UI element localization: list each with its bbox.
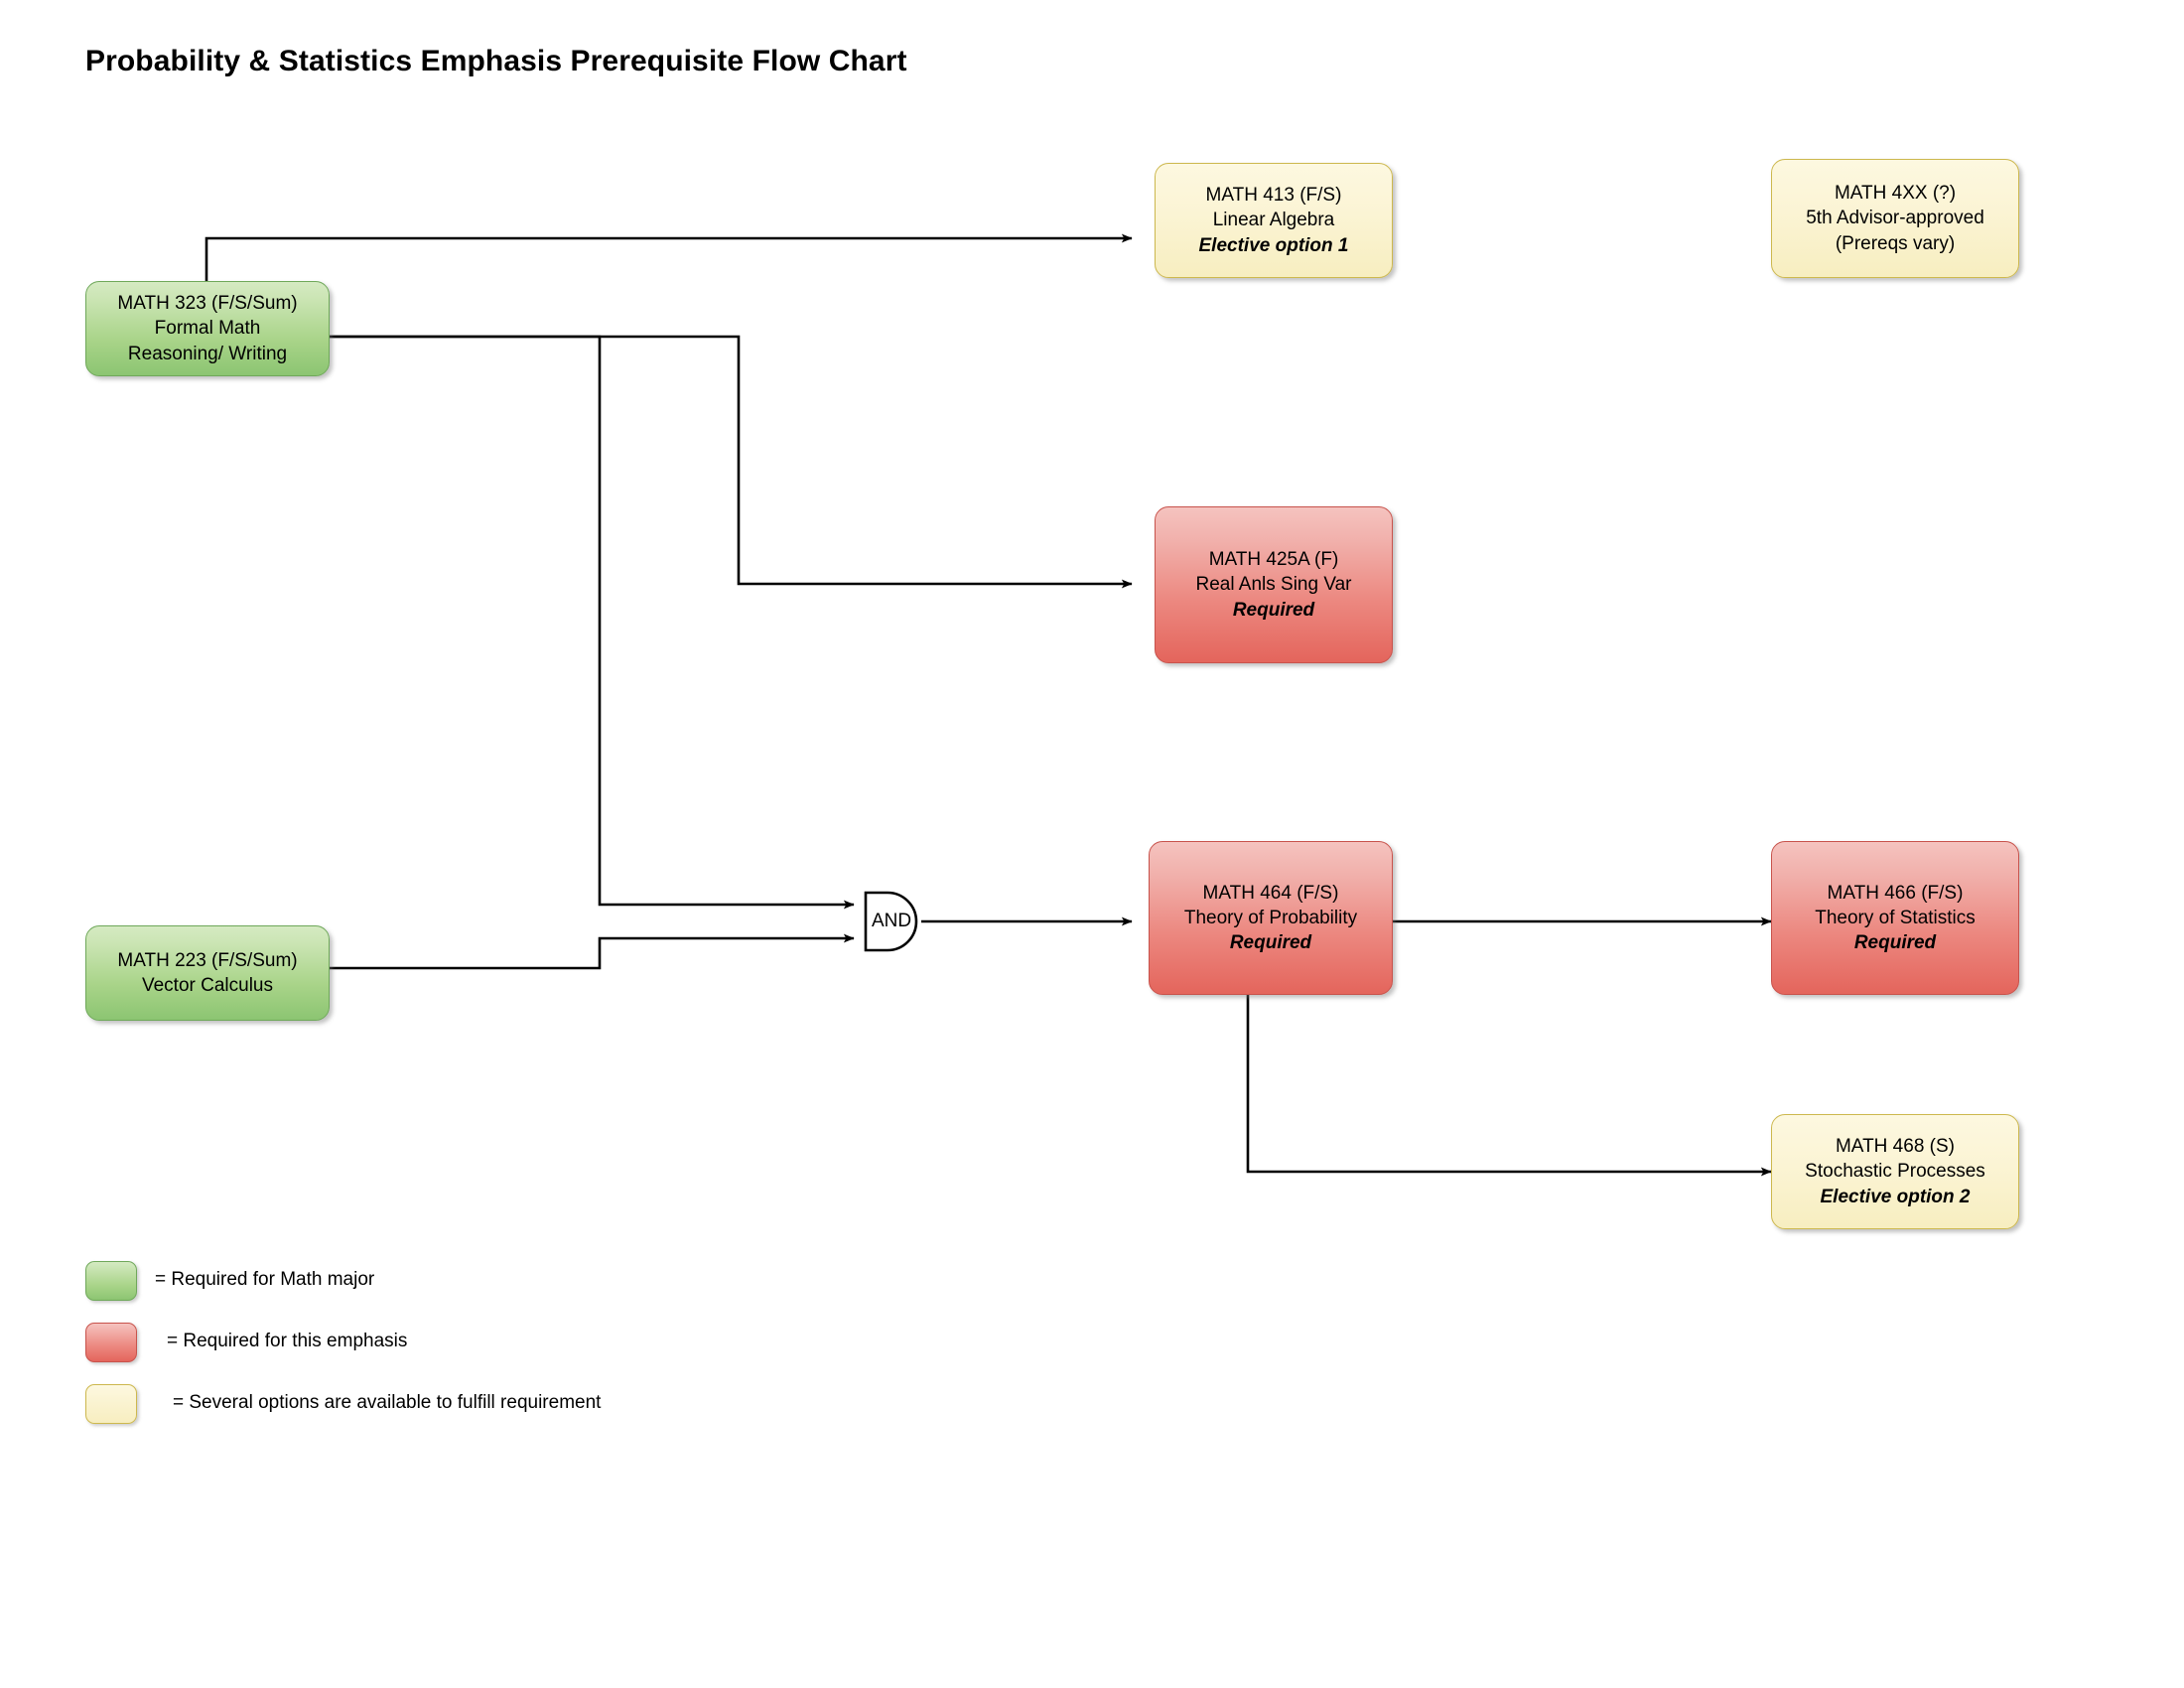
node-math-468[interactable]: MATH 468 (S) Stochastic Processes Electi… xyxy=(1771,1114,2019,1229)
node-line-emphasis: Elective option 2 xyxy=(1820,1186,1971,1207)
and-gate-label: AND xyxy=(871,911,912,931)
node-math-223[interactable]: MATH 223 (F/S/Sum) Vector Calculus xyxy=(85,925,330,1021)
edge-323-to-425a xyxy=(330,335,1133,589)
node-line: MATH 413 (F/S) xyxy=(1205,185,1342,207)
edge-223-to-and xyxy=(330,933,855,970)
node-line: Theory of Statistics xyxy=(1815,907,1976,928)
node-math-323[interactable]: MATH 323 (F/S/Sum) Formal Math Reasoning… xyxy=(85,281,330,376)
legend-swatch-required-major xyxy=(85,1261,137,1301)
legend-row: = Required for Math major xyxy=(85,1261,979,1323)
node-line-emphasis: Required xyxy=(1229,932,1312,954)
legend-swatch-required-emphasis xyxy=(85,1323,137,1362)
node-line: 5th Advisor-approved xyxy=(1806,208,1984,229)
legend: = Required for Math major = Required for… xyxy=(85,1261,979,1446)
node-line: Linear Algebra xyxy=(1212,210,1335,231)
node-line: MATH 468 (S) xyxy=(1835,1136,1955,1158)
node-line: MATH 4XX (?) xyxy=(1834,183,1957,205)
node-line: MATH 323 (F/S/Sum) xyxy=(117,293,298,315)
legend-label: = Several options are available to fulfi… xyxy=(173,1392,602,1413)
legend-label: = Required for Math major xyxy=(155,1269,375,1290)
node-line-emphasis: Required xyxy=(1853,932,1937,954)
page-title: Probability & Statistics Emphasis Prereq… xyxy=(85,45,907,77)
flow-chart-canvas: Probability & Statistics Emphasis Prereq… xyxy=(0,0,2184,1688)
node-math-425a[interactable]: MATH 425A (F) Real Anls Sing Var Require… xyxy=(1155,506,1393,663)
node-line: Formal Math xyxy=(154,318,261,340)
node-math-466[interactable]: MATH 466 (F/S) Theory of Statistics Requ… xyxy=(1771,841,2019,995)
node-line: MATH 425A (F) xyxy=(1208,549,1339,571)
edge-323-to-and xyxy=(330,335,855,910)
edge-323-to-413 xyxy=(205,233,1133,281)
legend-swatch-several-options xyxy=(85,1384,137,1424)
node-line: MATH 466 (F/S) xyxy=(1827,882,1964,904)
node-line: Reasoning/ Writing xyxy=(127,343,288,364)
node-line: Real Anls Sing Var xyxy=(1195,574,1352,596)
node-line-emphasis: Elective option 1 xyxy=(1198,234,1349,256)
node-line: Vector Calculus xyxy=(141,975,273,996)
node-line: MATH 223 (F/S/Sum) xyxy=(117,949,298,971)
node-line-emphasis: Required xyxy=(1232,599,1315,621)
node-line: (Prereqs vary) xyxy=(1835,232,1956,254)
node-math-464[interactable]: MATH 464 (F/S) Theory of Probability Req… xyxy=(1149,841,1393,995)
node-math-413[interactable]: MATH 413 (F/S) Linear Algebra Elective o… xyxy=(1155,163,1393,278)
node-math-4xx[interactable]: MATH 4XX (?) 5th Advisor-approved (Prere… xyxy=(1771,159,2019,278)
node-line: Theory of Probability xyxy=(1183,907,1358,928)
legend-label: = Required for this emphasis xyxy=(167,1331,408,1351)
legend-row: = Required for this emphasis xyxy=(85,1323,979,1384)
node-line: MATH 464 (F/S) xyxy=(1202,882,1339,904)
legend-row: = Several options are available to fulfi… xyxy=(85,1384,979,1446)
edge-464-to-468 xyxy=(1246,993,1772,1177)
node-line: Stochastic Processes xyxy=(1805,1161,1985,1183)
